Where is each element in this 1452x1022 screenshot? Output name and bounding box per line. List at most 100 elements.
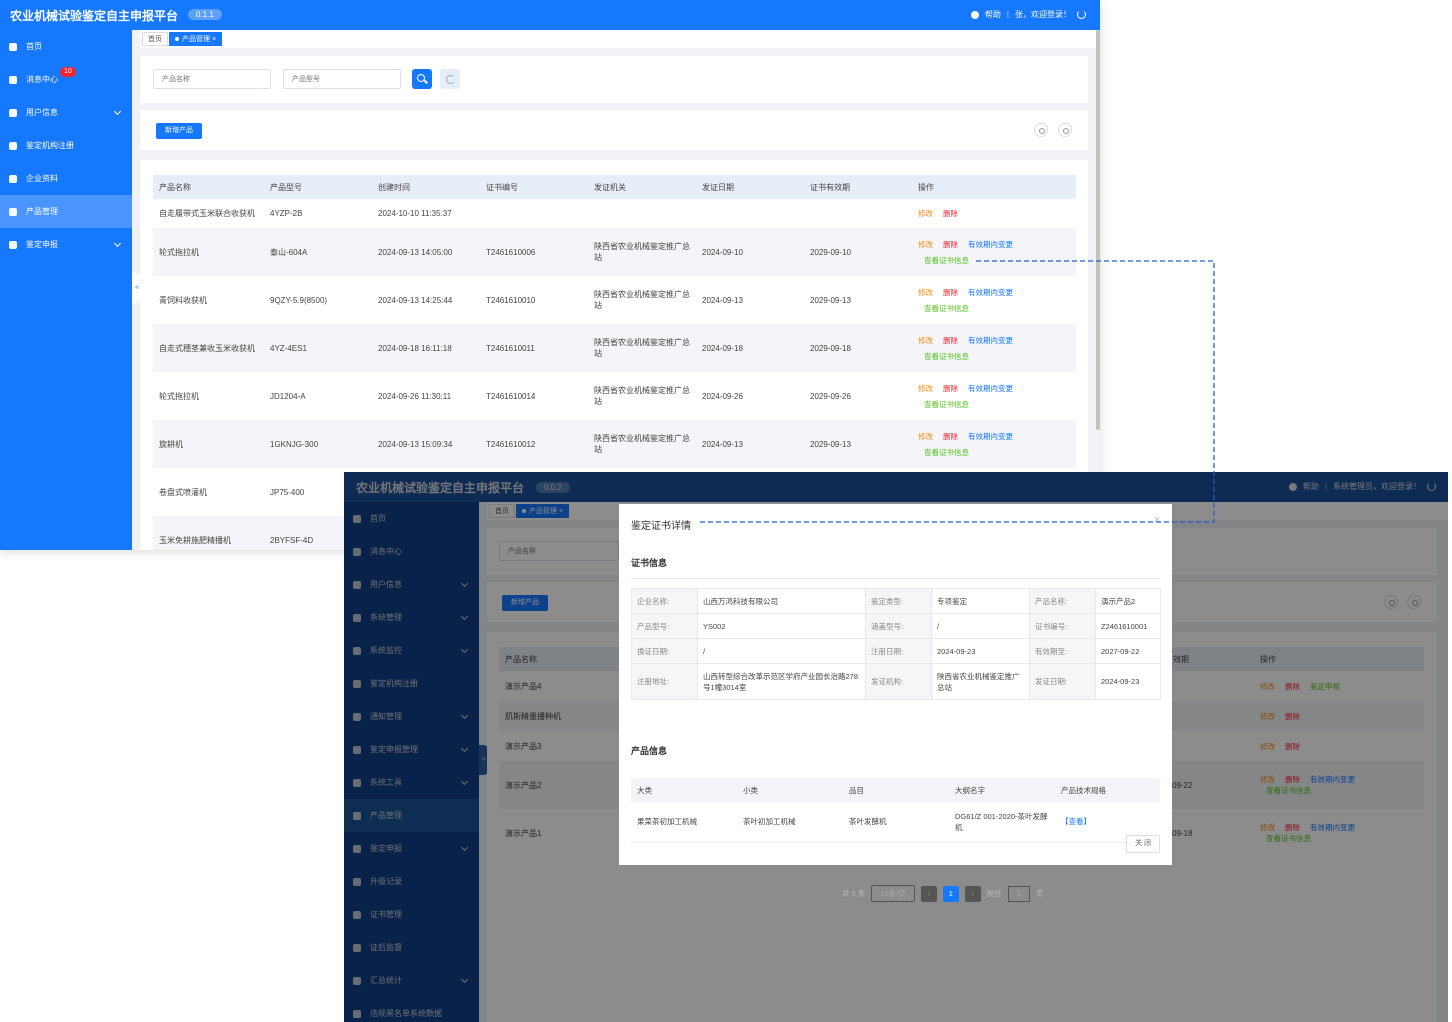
edit-link[interactable]: 修改	[918, 383, 933, 394]
edit-link[interactable]: 修改	[918, 239, 933, 250]
col-header: 证书有效期	[804, 175, 912, 199]
main-window: 农业机械试验鉴定自主申报平台 0.1.1 帮助 | 张，欢迎登录！ 首页 消息中…	[0, 0, 1100, 550]
search-button[interactable]	[412, 69, 432, 89]
col-header: 证书编号	[480, 175, 588, 199]
page-size-select[interactable]: 10条/页	[871, 885, 915, 902]
sidebar-item-home[interactable]: 首页	[0, 30, 132, 63]
cell-cert: T2461610014	[480, 372, 588, 420]
view-cert-link[interactable]: 查看证书信息	[924, 351, 969, 362]
cert-value: 2024-09-23	[1095, 663, 1161, 700]
close-button[interactable]: 关 闭	[1126, 835, 1160, 853]
sidebar-item-company[interactable]: 企业资料	[0, 162, 132, 195]
cell-issue: 2024-09-13	[696, 420, 804, 468]
prev-page-button[interactable]: ‹	[920, 885, 937, 902]
admin-window: 农业机械试验鉴定自主申报平台 0.0.2 帮助 | 系统管理员，欢迎登录！ 首页…	[344, 472, 1448, 1022]
reset-button[interactable]	[440, 69, 460, 89]
cert-value: 山西万鸿科技有限公司	[697, 588, 866, 614]
change-link[interactable]: 有效期内变更	[968, 383, 1013, 394]
delete-link[interactable]: 删除	[943, 239, 958, 250]
search-toggle-icon[interactable]	[1034, 123, 1048, 137]
sidebar: 首页 消息中心 10 用户信息 鉴定机构注册 企业资料 产品管理 鉴定申报	[0, 30, 132, 550]
change-link[interactable]: 有效期内变更	[968, 287, 1013, 298]
cert-value: /	[697, 638, 866, 664]
view-cert-link[interactable]: 查看证书信息	[924, 399, 969, 410]
refresh-icon[interactable]	[1058, 123, 1072, 137]
sidebar-item-user-info[interactable]: 用户信息	[0, 96, 132, 129]
view-cert-link[interactable]: 查看证书信息	[924, 303, 969, 314]
sidebar-item-label: 用户信息	[26, 108, 58, 117]
change-link[interactable]: 有效期内变更	[968, 431, 1013, 442]
sidebar-item-products[interactable]: 产品管理	[0, 195, 132, 228]
cell-name: 轮式拖拉机	[153, 228, 264, 276]
view-spec-link[interactable]: 【查看】	[1061, 817, 1091, 826]
cell-created: 2024-09-18 16:11:18	[372, 324, 480, 372]
edit-link[interactable]: 修改	[918, 208, 933, 219]
sidebar-item-messages[interactable]: 消息中心 10	[0, 63, 132, 96]
vertical-scrollbar[interactable]	[1096, 30, 1100, 430]
sidebar-item-label: 鉴定申报	[26, 240, 58, 249]
close-icon[interactable]: ×	[1154, 514, 1160, 526]
goto-page-input[interactable]: 1	[1007, 885, 1030, 902]
delete-link[interactable]: 删除	[943, 335, 958, 346]
cell-issue: 2024-09-26	[696, 372, 804, 420]
help-icon[interactable]	[970, 10, 979, 19]
page-number[interactable]: 1	[942, 885, 959, 902]
cell-model: 4YZP-2B	[264, 199, 372, 228]
cert-info-table: 企业名称: 山西万鸿科技有限公司 鉴定类型: 专项鉴定 产品名称: 演示产品2 …	[631, 588, 1161, 700]
cell-created: 2024-09-13 14:25:44	[372, 276, 480, 324]
cert-row: 产品型号: YS002 涵盖型号: / 证书编号: Z2461610001	[631, 613, 1161, 639]
chevron-down-icon	[113, 239, 122, 248]
col-header: 操作	[912, 175, 1076, 199]
edit-link[interactable]: 修改	[918, 335, 933, 346]
table-row: 果菜茶初加工机械 茶叶初加工机械 茶叶发酵机 DG61/Z 001-2020-茶…	[631, 802, 1160, 843]
cell-cert	[480, 199, 588, 228]
cell-expire: 2029-09-18	[804, 324, 912, 372]
cert-key: 企业名称:	[631, 588, 698, 614]
cell-model: 1GKNJG-300	[264, 420, 372, 468]
delete-link[interactable]: 删除	[943, 431, 958, 442]
cell-cert: T2461610010	[480, 276, 588, 324]
cell-issue	[696, 199, 804, 228]
cell-cert: T2461610006	[480, 228, 588, 276]
cell-name: 自走履带式玉米联合收获机	[153, 199, 264, 228]
view-cert-link[interactable]: 查看证书信息	[924, 255, 969, 266]
product-model-input[interactable]	[283, 69, 401, 89]
cell-cert: T2461610012	[480, 420, 588, 468]
cell-cert: T2461610011	[480, 324, 588, 372]
cell-name: 自走式穗茎兼收玉米收获机	[153, 324, 264, 372]
cell-actions: 修改 删除 有效期内变更 查看证书信息	[912, 324, 1076, 372]
view-cert-link[interactable]: 查看证书信息	[924, 447, 969, 458]
logout-icon[interactable]	[1077, 10, 1086, 19]
cert-value: /	[931, 613, 1030, 639]
add-product-button[interactable]: 新增产品	[156, 123, 202, 139]
tab-products[interactable]: 产品管理 ×	[169, 32, 223, 46]
cell-actions: 修改 删除 有效期内变更 查看证书信息	[912, 420, 1076, 468]
cert-key: 注册地址:	[631, 663, 698, 700]
sidebar-item-org-register[interactable]: 鉴定机构注册	[0, 129, 132, 162]
total-count: 共 5 条	[842, 889, 866, 898]
col-header: 产品型号	[264, 175, 372, 199]
active-dot-icon	[175, 37, 179, 42]
help-link[interactable]: 帮助	[985, 9, 1001, 20]
product-name-input[interactable]	[153, 69, 271, 89]
divider	[631, 578, 1160, 579]
col-header: 创建时间	[372, 175, 480, 199]
next-page-button[interactable]: ›	[964, 885, 981, 902]
cell-expire: 2029-09-13	[804, 276, 912, 324]
sidebar-item-declare[interactable]: 鉴定申报	[0, 228, 132, 261]
cell-created: 2024-09-26 11:30:11	[372, 372, 480, 420]
change-link[interactable]: 有效期内变更	[968, 239, 1013, 250]
file-icon	[9, 174, 17, 183]
search-panel	[140, 56, 1088, 103]
goto-unit: 页	[1035, 889, 1044, 898]
tab-home[interactable]: 首页	[142, 32, 168, 46]
version-badge: 0.1.1	[188, 9, 222, 20]
delete-link[interactable]: 删除	[943, 287, 958, 298]
delete-link[interactable]: 删除	[943, 208, 958, 219]
change-link[interactable]: 有效期内变更	[968, 335, 1013, 346]
cell-model: 4YZ-4ES1	[264, 324, 372, 372]
edit-link[interactable]: 修改	[918, 431, 933, 442]
edit-link[interactable]: 修改	[918, 287, 933, 298]
delete-link[interactable]: 删除	[943, 383, 958, 394]
cert-detail-dialog: 鉴定证书详情 × 证书信息 企业名称: 山西万鸿科技有限公司 鉴定类型: 专项鉴…	[619, 504, 1172, 865]
